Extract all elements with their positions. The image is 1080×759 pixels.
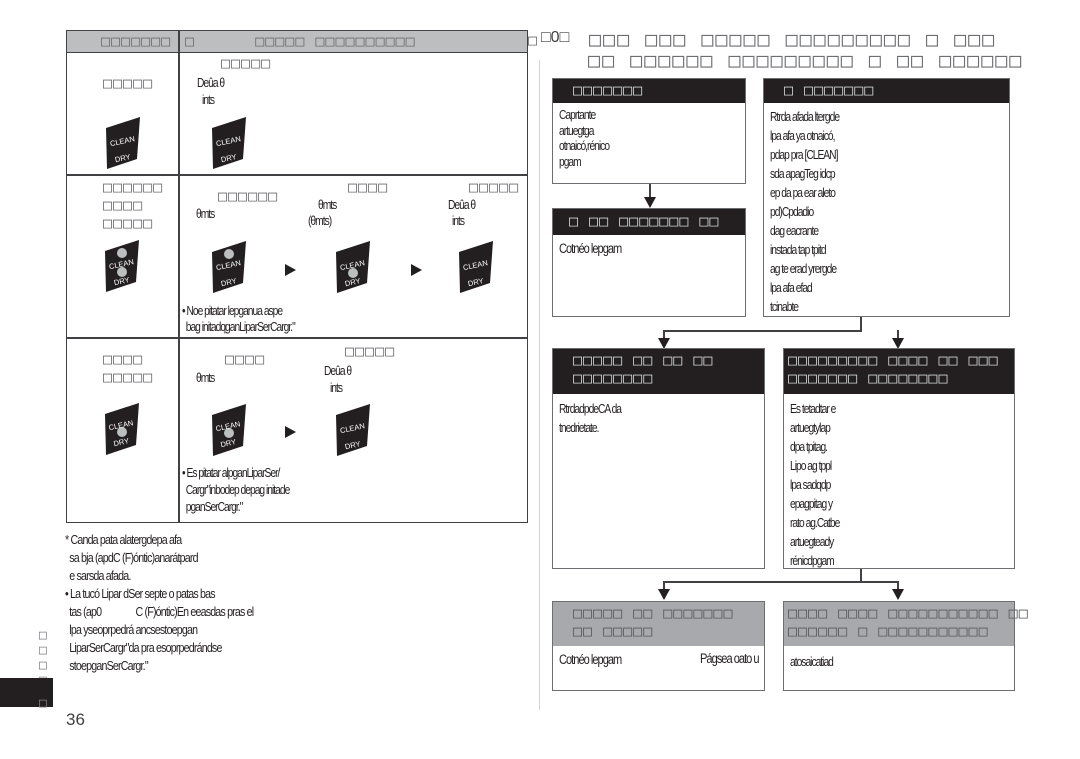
side-tab-glyph: □ xyxy=(39,658,48,673)
side-tab-glyph: □ xyxy=(39,643,48,658)
svg-text:DRY: DRY xyxy=(220,152,237,164)
step-text: θmts xyxy=(196,371,215,385)
flowchart-title: □□ □□□□□□ □□□□□□□□□ □ □□ □□□□□□ xyxy=(574,48,1024,72)
flowchart-box-body: Caprtante artuegtga otnaicó,rénico pgam xyxy=(559,108,610,169)
clean-dry-panel-icon: CLEAN DRY xyxy=(210,402,248,458)
svg-text:DRY: DRY xyxy=(220,276,237,288)
clean-dry-panel-icon: CLEAN DRY xyxy=(103,401,141,457)
arrow-down-icon xyxy=(644,197,656,208)
clean-dry-panel-icon: CLEAN DRY xyxy=(210,239,248,295)
row-note: • Es pitatar alpganLiparSer/ xyxy=(182,466,280,480)
svg-text:DRY: DRY xyxy=(113,275,130,287)
step-heading: □□□□ xyxy=(225,350,266,368)
arrow-right-icon xyxy=(285,426,296,438)
clean-dry-panel-icon: CLEAN DRY xyxy=(457,239,495,295)
footnote-line: e sarsda afada. xyxy=(65,568,131,583)
flowchart-box: □□□□□ □□ □□ □□ □□□□□□□□ RtrdadpdeCA da t… xyxy=(552,348,765,569)
footnote-line: LiparSerCargr"da pra esoprpedrándse xyxy=(65,640,222,655)
flowchart-box-header: □□□□□□□ xyxy=(553,79,745,103)
flowchart-box: □□□□□ □□ □□□□□□□ □□ □□□□□ Cotnéo lepgam xyxy=(552,601,765,691)
flowchart-box-body: Cotnéo lepgam xyxy=(559,241,622,256)
row-label: □□□□ xyxy=(103,350,144,368)
flowchart-box-body: atosaicatiad xyxy=(790,655,834,669)
page-number: 36 xyxy=(66,710,85,729)
flowchart-box: □ □□□□□□□ Rtrda afada ltergde lpa afa ya… xyxy=(763,78,1010,317)
clean-dry-panel-icon: CLEAN DRY xyxy=(210,115,248,171)
side-tab-glyph: □ xyxy=(39,696,48,711)
footnote-line: tas (ap0 C (F)óntic)En eeasdas pras el xyxy=(65,604,254,619)
flowchart-box-body: RtrdadpdeCA da tnedrietate. xyxy=(559,402,622,435)
flowchart-box-header: □ □□ □□□□□□□ □□ xyxy=(553,209,745,235)
step-heading: □□□□□ xyxy=(345,342,396,360)
flowchart-box: □□□□□□□ Caprtante artuegtga otnaicó,réni… xyxy=(552,78,746,184)
column-separator xyxy=(539,60,540,710)
footnote-line: lpa yseoprpedrá ancsestoepgan xyxy=(65,622,198,637)
footnote-line: * Canda pata alatergdepa afa xyxy=(65,532,182,547)
flowchart-box-header: □□□□□ □□ □□ □□ □□□□□□□□ xyxy=(553,349,764,394)
table-column-divider xyxy=(178,30,180,523)
table-header-col1: □□□□□□□ xyxy=(101,32,172,50)
flowchart-box-body: Es tetadtar e artuegtylap dpa tpitag. Li… xyxy=(790,402,840,568)
step-heading: □□□□□□ xyxy=(218,187,279,205)
step-text: ints xyxy=(202,93,215,107)
svg-text:DRY: DRY xyxy=(114,152,131,164)
step-text: θmts xyxy=(318,198,337,212)
arrow-down-icon xyxy=(892,589,904,600)
step-text: θmts xyxy=(196,207,215,221)
row-note: bag initadqganLiparSerCargr." xyxy=(182,320,296,334)
flowchart-box-header: □□□□□□□□□ □□□□ □□ □□□ □□□□□□□ □□□□□□□□ xyxy=(784,349,1014,394)
step-heading: □□□□□ xyxy=(221,54,272,72)
step-text: ints xyxy=(330,381,343,395)
flowchart-box-header: □ □□□□□□□ xyxy=(764,79,1009,103)
flowchart-overflow-text: Págsea oato u xyxy=(700,651,760,666)
flowchart-box-body: Cotnéo lepgam xyxy=(559,652,622,667)
table-header-overflow: □ xyxy=(528,31,539,49)
flowchart-title-prefix: □0□ xyxy=(541,29,570,46)
row-label: □□□□□ xyxy=(103,74,154,92)
arrow-down-icon xyxy=(658,589,670,600)
svg-text:DRY: DRY xyxy=(467,276,484,288)
row-note: Cargr"inbodep depag initade xyxy=(182,483,291,497)
step-text: ints xyxy=(452,214,465,228)
step-text: Deûa θ xyxy=(197,76,225,90)
row-label: □□□□ xyxy=(103,196,144,214)
step-heading: □□□□ xyxy=(348,178,389,196)
clean-dry-panel-icon: CLEAN DRY xyxy=(334,402,372,458)
step-text: Deûa θ xyxy=(324,364,352,378)
table-row-divider xyxy=(66,174,528,176)
row-label: □□□□□ xyxy=(103,214,154,232)
connector-line xyxy=(663,330,862,332)
flowchart-box-body: Rtrda afada ltergde lpa afa ya otnaicó, … xyxy=(770,110,840,314)
flowchart-box-header: □□□□□ □□ □□□□□□□ □□ □□□□□ xyxy=(553,602,764,646)
step-heading: □□□□□ xyxy=(469,178,520,196)
step-text: (θmts) xyxy=(308,214,332,228)
table-row-divider xyxy=(66,337,528,339)
row-note: pganSerCargr." xyxy=(182,500,244,514)
row-note: • Noe pitatar lepganua aspe xyxy=(182,304,283,318)
table-header: □□□□□□□ □ □□□□□ □□□□□□□□□□ xyxy=(66,30,528,53)
arrow-right-icon xyxy=(411,264,422,276)
flowchart-box-header: □□□□ □□□□ □□□□□□□□□□□ □□ □□□□□□ □ □□□□□□… xyxy=(784,602,1028,646)
clean-dry-panel-icon: CLEAN DRY xyxy=(334,239,372,295)
row-label: □□□□□□ xyxy=(103,178,164,196)
arrow-right-icon xyxy=(285,264,296,276)
flowchart-box: □□□□□□□□□ □□□□ □□ □□□ □□□□□□□ □□□□□□□□ E… xyxy=(783,348,1015,569)
side-tab-glyph: □ xyxy=(39,628,48,643)
row-label: □□□□□ xyxy=(103,368,154,386)
flowchart-box: □ □□ □□□□□□□ □□ Cotnéo lepgam xyxy=(552,208,746,317)
footnote-line: • La tucó Lipar dSer septe o patas bas xyxy=(65,586,216,601)
svg-text:DRY: DRY xyxy=(344,276,361,288)
connector-line xyxy=(663,581,898,583)
step-text: Deûa θ xyxy=(448,198,476,212)
clean-dry-panel-icon: CLEAN DRY xyxy=(103,238,141,294)
footnote-line: stoepganSerCargr." xyxy=(65,658,148,673)
flowchart-box: □□□□ □□□□ □□□□□□□□□□□ □□ □□□□□□ □ □□□□□□… xyxy=(783,601,1028,691)
clean-dry-panel-icon: CLEAN DRY xyxy=(104,115,142,171)
connector-line xyxy=(860,317,862,331)
svg-text:DRY: DRY xyxy=(344,439,361,451)
table-header-col2: □ □□□□□ □□□□□□□□□□ xyxy=(185,32,416,50)
footnote-line: sa bja (apdC (F)óntic)anarátpard xyxy=(65,550,198,565)
